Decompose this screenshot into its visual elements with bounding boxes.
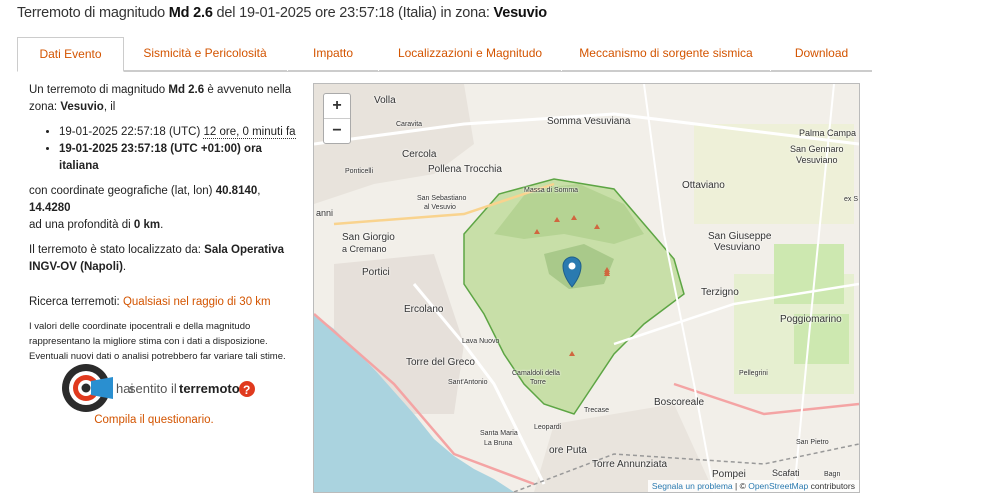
map-label-sangiorgio: San Giorgio bbox=[342, 232, 395, 243]
map-label-cremano: a Cremano bbox=[342, 244, 387, 254]
map-label-boscoreale: Boscoreale bbox=[654, 397, 705, 408]
map-label-poggiomarino: Poggiomarino bbox=[780, 314, 842, 325]
map-label-terzigno: Terzigno bbox=[701, 287, 739, 298]
search-radius-link[interactable]: Qualsiasi nel raggio di 30 km bbox=[123, 296, 271, 308]
zoom-in-button[interactable]: + bbox=[324, 94, 350, 118]
map-tiles bbox=[314, 84, 859, 492]
event-info-panel: Un terremoto di magnitudo Md 2.6 è avven… bbox=[29, 82, 299, 372]
tab-impatto[interactable]: Impatto bbox=[288, 37, 378, 71]
map-label-torreannunziata: Torre Annunziata bbox=[592, 459, 668, 470]
map-label-caravita: Caravita bbox=[396, 121, 423, 128]
map-label-pompei: Pompei bbox=[712, 469, 746, 480]
map-label-sansebastiano: San Sebastiano bbox=[417, 195, 467, 202]
zoom-control: + − bbox=[323, 93, 351, 144]
svg-text:il: il bbox=[171, 381, 177, 396]
search-row: Ricerca terremoti: Qualsiasi nel raggio … bbox=[29, 296, 271, 308]
map-label-somma: Somma Vesuviana bbox=[547, 116, 631, 127]
map-label-anni: anni bbox=[316, 208, 334, 218]
map-label-alvesuvio: al Vesuvio bbox=[424, 204, 456, 211]
map-label-volla: Volla bbox=[374, 95, 396, 106]
local-time-item: 19-01-2025 23:57:18 (UTC +01:00) ora ita… bbox=[59, 141, 299, 175]
map-label-sanpietro: San Pietro bbox=[796, 439, 829, 446]
utc-time-item: 19-01-2025 22:57:18 (UTC) 12 ore, 0 minu… bbox=[59, 124, 299, 141]
map-label-exs: ex S bbox=[844, 196, 859, 203]
map-label-labruna: La Bruna bbox=[484, 440, 513, 447]
map-label-oreputa: ore Puta bbox=[549, 445, 587, 456]
map-label-santamaria: Santa Maria bbox=[480, 430, 518, 437]
page-title: Terremoto di magnitudo Md 2.6 del 19-01-… bbox=[17, 5, 547, 21]
tab-download[interactable]: Download bbox=[771, 37, 872, 71]
map-label-scafati: Scafati bbox=[772, 468, 800, 478]
map-label-torredelgreco: Torre del Greco bbox=[406, 357, 475, 368]
map-label-lavanuovo: Lava Nuovo bbox=[462, 338, 500, 345]
disclaimer: I valori delle coordinate ipocentrali e … bbox=[29, 321, 286, 362]
intro-text: Un terremoto di magnitudo Md 2.6 è avven… bbox=[29, 84, 292, 113]
map-label-pellegrini: Pellegrini bbox=[739, 370, 768, 377]
epicenter-map[interactable]: Volla Caravita Somma Vesuviana Palma Cam… bbox=[313, 83, 860, 493]
time-list: 19-01-2025 22:57:18 (UTC) 12 ore, 0 minu… bbox=[29, 124, 299, 175]
svg-text:terremoto: terremoto bbox=[179, 381, 240, 396]
tab-bar: Dati Evento Sismicità e Pericolosità Imp… bbox=[17, 37, 872, 72]
map-label-portici: Portici bbox=[362, 267, 390, 278]
map-label-camaldoli: Camaldoli della bbox=[512, 370, 560, 377]
located-by-text: Il terremoto è stato localizzato da: Sal… bbox=[29, 244, 285, 273]
tab-meccanismo[interactable]: Meccanismo di sorgente sismica bbox=[562, 37, 770, 71]
map-label-santantonio: Sant'Antonio bbox=[448, 379, 488, 386]
tab-dati-evento[interactable]: Dati Evento bbox=[17, 37, 124, 72]
map-label-vesuviano: Vesuviano bbox=[796, 155, 838, 165]
svg-text:?: ? bbox=[243, 383, 250, 397]
map-label-leopardi: Leopardi bbox=[534, 424, 562, 431]
coordinates-text: con coordinate geografiche (lat, lon) 40… bbox=[29, 185, 261, 231]
map-label-sangennaro: San Gennaro bbox=[790, 144, 844, 154]
map-label-massa: Massa di Somma bbox=[524, 187, 579, 194]
map-attribution: Segnala un problema | © OpenStreetMap co… bbox=[647, 480, 859, 492]
map-label-trecase: Trecase bbox=[584, 407, 610, 414]
map-label-ottaviano: Ottaviano bbox=[682, 180, 725, 191]
map-label-torre: Torre bbox=[530, 379, 546, 386]
tab-localizzazioni[interactable]: Localizzazioni e Magnitudo bbox=[379, 37, 561, 71]
map-label-pollena: Pollena Trocchia bbox=[428, 164, 502, 175]
zoom-out-button[interactable]: − bbox=[324, 118, 350, 143]
map-label-palma: Palma Campa bbox=[799, 128, 857, 138]
report-problem-link[interactable]: Segnala un problema bbox=[652, 481, 733, 491]
map-label-cercola: Cercola bbox=[402, 149, 437, 160]
questionnaire-link[interactable]: Compila il questionario. bbox=[29, 414, 279, 426]
map-label-ponticelli: Ponticelli bbox=[345, 168, 374, 175]
time-ago: 12 ore, 0 minuti fa bbox=[203, 126, 296, 139]
map-label-sgvesuviano: Vesuviano bbox=[714, 242, 761, 253]
tab-sismicita[interactable]: Sismicità e Pericolosità bbox=[123, 37, 287, 71]
map-label-bagn: Bagn bbox=[824, 471, 841, 478]
svg-text:sentito: sentito bbox=[129, 381, 167, 396]
map-label-sangiuseppe: San Giuseppe bbox=[708, 231, 772, 242]
hai-sentito-logo[interactable]: hai sentito il terremoto ? bbox=[61, 363, 261, 413]
osm-link[interactable]: OpenStreetMap bbox=[748, 481, 808, 491]
map-label-ercolano: Ercolano bbox=[404, 304, 444, 315]
